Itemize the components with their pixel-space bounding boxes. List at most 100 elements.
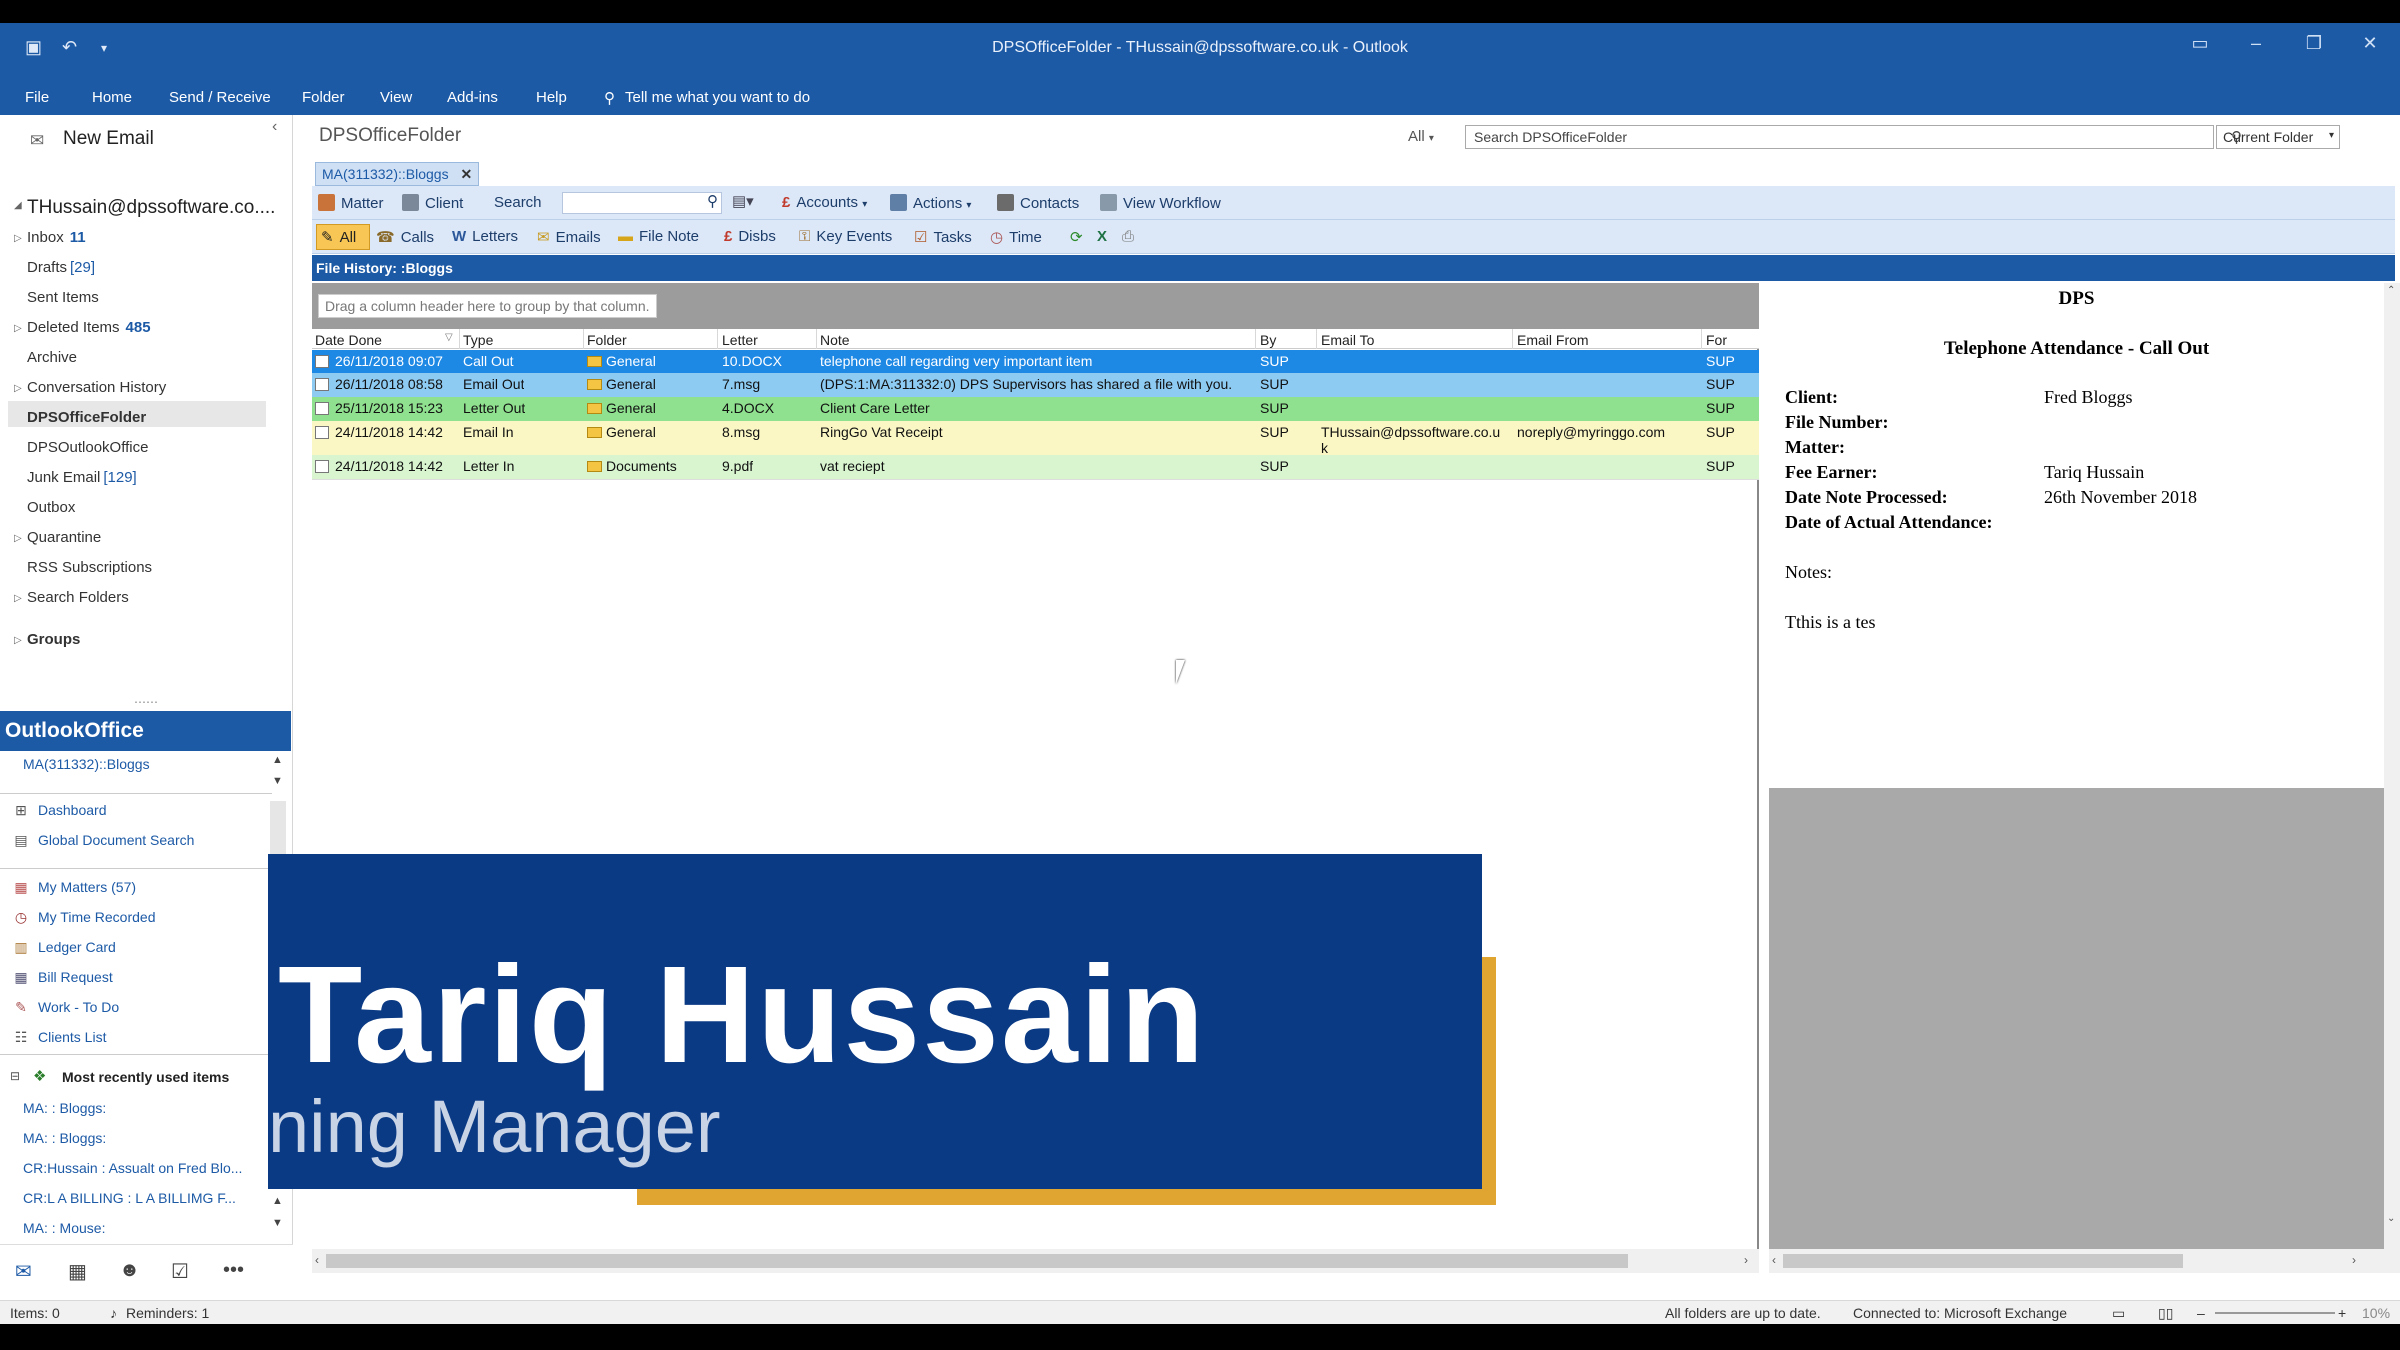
scroll-up-icon[interactable]: ▲	[272, 754, 283, 766]
zoom-out-icon[interactable]: –	[2197, 1305, 2205, 1321]
scrollbar-thumb[interactable]	[1783, 1254, 2183, 1268]
scroll-right-icon[interactable]: ›	[2352, 1253, 2356, 1267]
column-divider[interactable]	[1512, 329, 1513, 349]
column-letter[interactable]: Letter	[722, 332, 758, 348]
people-icon[interactable]: ☻	[119, 1259, 140, 1282]
column-type[interactable]: Type	[463, 332, 493, 348]
minimize-icon[interactable]: –	[2236, 33, 2276, 54]
recent-item[interactable]: CR:L A BILLING : L A BILLIMG F...	[23, 1190, 236, 1206]
work-todo-link[interactable]: Work - To Do	[38, 999, 119, 1015]
tab-view[interactable]: View	[380, 89, 412, 106]
cell-letter[interactable]: 7.msg	[722, 376, 760, 392]
tab-help[interactable]: Help	[536, 89, 567, 106]
column-by[interactable]: By	[1260, 332, 1276, 348]
search-icon[interactable]: ⚲	[707, 192, 718, 210]
tab-folder[interactable]: Folder	[302, 89, 345, 106]
column-divider[interactable]	[1316, 329, 1317, 349]
groups-header[interactable]: Groups	[27, 631, 80, 648]
column-divider[interactable]	[459, 329, 460, 349]
filter-tasks-button[interactable]: ☑ Tasks	[914, 228, 972, 246]
recent-item[interactable]: MA: : Bloggs:	[23, 1100, 106, 1116]
folder-dpsoutlookoffice[interactable]: DPSOutlookOffice	[27, 439, 148, 456]
table-row[interactable]: 26/11/2018 09:07 Call Out General 10.DOC…	[312, 350, 1759, 373]
search-input[interactable]: Search DPSOfficeFolder	[1465, 125, 2214, 149]
contacts-button[interactable]: Contacts	[997, 194, 1079, 212]
column-divider[interactable]	[1255, 329, 1256, 349]
excel-icon[interactable]: X	[1097, 228, 1107, 245]
table-row[interactable]: 24/11/2018 14:42 Email In General 8.msg …	[312, 421, 1759, 456]
current-matter-link[interactable]: MA(311332)::Bloggs	[23, 756, 150, 772]
scroll-down-icon[interactable]: ▼	[272, 1217, 283, 1229]
column-note[interactable]: Note	[820, 332, 850, 348]
expand-icon[interactable]: ▷	[14, 533, 22, 544]
tab-file[interactable]: File	[25, 89, 49, 106]
group-by-bar[interactable]: Drag a column header here to group by th…	[312, 283, 1759, 329]
recent-item[interactable]: CR:Hussain : Assualt on Fred Blo...	[23, 1160, 242, 1176]
recent-item[interactable]: MA: : Bloggs:	[23, 1130, 106, 1146]
search-options-icon[interactable]: ▤▾	[732, 192, 754, 210]
expand-icon[interactable]: ▷	[14, 593, 22, 604]
matter-button[interactable]: Matter	[318, 194, 384, 212]
tab-addins[interactable]: Add-ins	[447, 89, 498, 106]
folder-outbox[interactable]: Outbox	[27, 499, 75, 516]
expand-icon[interactable]: ▷	[14, 233, 22, 244]
cell-letter[interactable]: 4.DOCX	[722, 400, 774, 416]
column-for[interactable]: For	[1706, 332, 1727, 348]
ledger-card-link[interactable]: Ledger Card	[38, 939, 116, 955]
tab-send-receive[interactable]: Send / Receive	[169, 89, 271, 106]
scroll-right-icon[interactable]: ›	[1744, 1253, 1748, 1267]
view-workflow-button[interactable]: View Workflow	[1100, 194, 1221, 212]
mail-icon[interactable]: ✉	[15, 1259, 32, 1284]
search-scope-current-folder[interactable]: Current Folder ▾	[2216, 125, 2340, 149]
reading-view-icon[interactable]: ▯▯	[2158, 1305, 2173, 1322]
filter-calls-button[interactable]: ☎ Calls	[376, 228, 434, 246]
expand-icon[interactable]: ▷	[14, 323, 22, 334]
collapse-pane-icon[interactable]: ‹	[272, 118, 277, 136]
filter-file-note-button[interactable]: ▬ File Note	[618, 228, 699, 245]
folder-search-folders[interactable]: Search Folders	[27, 589, 129, 606]
zoom-in-icon[interactable]: +	[2338, 1305, 2346, 1321]
column-divider[interactable]	[583, 329, 584, 349]
column-email-to[interactable]: Email To	[1321, 332, 1374, 348]
preview-horizontal-scrollbar[interactable]: ‹ ›	[1769, 1249, 2400, 1273]
client-button[interactable]: Client	[402, 194, 463, 212]
scroll-down-icon[interactable]: ▼	[272, 775, 283, 787]
filter-all-button[interactable]: ✎ All	[316, 224, 370, 250]
scroll-up-icon[interactable]: ⌃	[2387, 285, 2395, 296]
print-icon[interactable]: ⎙	[1122, 228, 1134, 245]
column-email-from[interactable]: Email From	[1517, 332, 1589, 348]
filter-disbs-button[interactable]: £ Disbs	[724, 228, 776, 245]
table-row[interactable]: 26/11/2018 08:58 Email Out General 7.msg…	[312, 373, 1759, 397]
column-divider[interactable]	[717, 329, 718, 349]
more-icon[interactable]: •••	[223, 1259, 244, 1282]
cell-letter[interactable]: 9.pdf	[722, 458, 753, 474]
zoom-level[interactable]: 10%	[2362, 1305, 2390, 1321]
bill-request-link[interactable]: Bill Request	[38, 969, 113, 985]
folder-rss[interactable]: RSS Subscriptions	[27, 559, 152, 576]
new-email-button[interactable]: New Email	[63, 128, 154, 150]
splitter-handle[interactable]: ⋯⋯	[134, 695, 158, 709]
folder-quarantine[interactable]: Quarantine	[27, 529, 101, 546]
close-icon[interactable]: ✕	[2350, 33, 2390, 54]
calendar-icon[interactable]: ▦	[68, 1259, 87, 1284]
expand-icon[interactable]: ▷	[14, 383, 22, 394]
folder-sent-items[interactable]: Sent Items	[27, 289, 99, 306]
search-scope-dropdown[interactable]: All ▾	[1408, 128, 1434, 145]
tasks-icon[interactable]: ☑	[171, 1259, 189, 1284]
refresh-icon[interactable]: ⟳	[1070, 228, 1083, 246]
grid-horizontal-scrollbar[interactable]: ‹ ›	[312, 1249, 1759, 1273]
folder-drafts[interactable]: Drafts [29]	[27, 259, 95, 276]
connection-status[interactable]: Connected to: Microsoft Exchange	[1853, 1305, 2067, 1321]
cell-letter[interactable]: 8.msg	[722, 424, 760, 440]
filter-letters-button[interactable]: W Letters	[452, 228, 518, 245]
actions-button[interactable]: Actions ▾	[890, 194, 971, 212]
my-time-recorded-link[interactable]: My Time Recorded	[38, 909, 155, 925]
reminders-count[interactable]: Reminders: 1	[126, 1305, 209, 1321]
table-row[interactable]: 24/11/2018 14:42 Letter In Documents 9.p…	[312, 455, 1759, 479]
ribbon-display-icon[interactable]: ▭	[2180, 33, 2220, 54]
scroll-left-icon[interactable]: ‹	[315, 1253, 319, 1267]
zoom-slider[interactable]	[2215, 1312, 2335, 1314]
folder-archive[interactable]: Archive	[27, 349, 77, 366]
tell-me-search[interactable]: Tell me what you want to do	[625, 89, 810, 106]
matter-tab[interactable]: MA(311332)::Bloggs ✕	[315, 162, 480, 186]
